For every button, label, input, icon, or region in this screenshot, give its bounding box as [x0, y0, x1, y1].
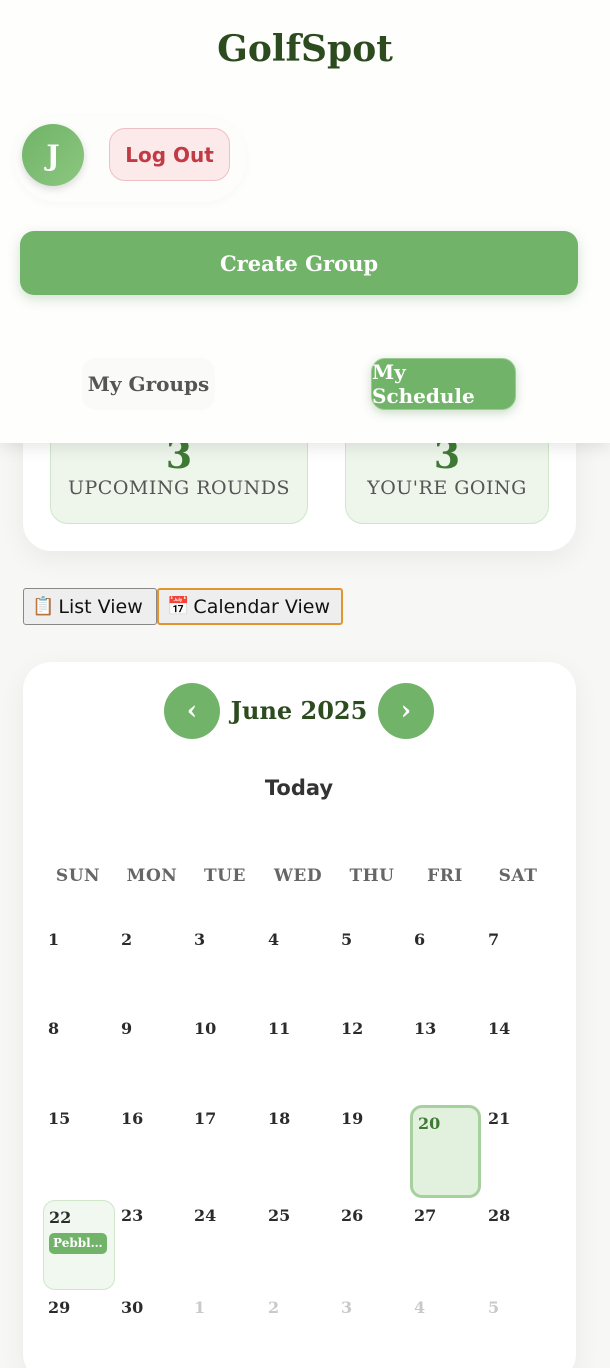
list-view-label: List View: [58, 595, 143, 618]
day-number: 5: [341, 930, 353, 949]
upcoming-rounds-label: UPCOMING ROUNDS: [68, 477, 290, 499]
day-number: 13: [414, 1019, 437, 1038]
tab-my-schedule[interactable]: My Schedule: [371, 358, 516, 410]
day-number: 23: [121, 1206, 144, 1225]
day-number: 14: [488, 1019, 511, 1038]
calendar-day[interactable]: 15: [42, 1101, 114, 1194]
day-number: 1: [194, 1298, 206, 1317]
calendar-day[interactable]: 28: [482, 1198, 554, 1290]
calendar-day[interactable]: 24: [188, 1198, 260, 1290]
day-number: 25: [268, 1206, 291, 1225]
weekday-wed: WED: [273, 866, 323, 886]
weekday-sat: SAT: [498, 866, 538, 886]
app-title: GolfSpot: [217, 28, 393, 70]
calendar-icon: 📅: [167, 596, 190, 617]
top-header: GolfSpot J Log Out Create Group My Group…: [0, 0, 610, 443]
list-view-button[interactable]: 📋 List View: [23, 588, 157, 625]
day-number: 2: [121, 930, 133, 949]
weekday-tue: TUE: [204, 866, 246, 886]
calendar-day[interactable]: 19: [335, 1101, 407, 1194]
day-number: 29: [48, 1298, 71, 1317]
weekday-thu: THU: [349, 866, 395, 886]
prev-month-button[interactable]: ‹: [164, 683, 220, 739]
calendar-day[interactable]: 8: [42, 1011, 114, 1097]
next-month-button[interactable]: ›: [378, 683, 434, 739]
calendar-day[interactable]: 1: [188, 1290, 260, 1368]
event-chip[interactable]: Pebbl…: [49, 1233, 107, 1254]
calendar-day[interactable]: 29: [42, 1290, 114, 1368]
calendar-day[interactable]: 21: [482, 1101, 554, 1194]
calendar-day[interactable]: 27: [408, 1198, 480, 1290]
day-number: 22: [49, 1208, 72, 1227]
calendar-day[interactable]: 6: [408, 922, 480, 1008]
calendar-day[interactable]: 10: [188, 1011, 260, 1097]
calendar-day[interactable]: 1: [42, 922, 114, 1008]
day-number: 5: [488, 1298, 500, 1317]
day-number: 16: [121, 1109, 144, 1128]
day-number: 4: [268, 930, 280, 949]
calendar-day[interactable]: 4: [262, 922, 334, 1008]
calendar-view-button[interactable]: 📅 Calendar View: [157, 588, 343, 625]
calendar-day[interactable]: 3: [335, 1290, 407, 1368]
calendar-day[interactable]: 7: [482, 922, 554, 1008]
day-number: 3: [194, 930, 206, 949]
logout-button[interactable]: Log Out: [109, 128, 230, 181]
day-number: 3: [341, 1298, 353, 1317]
calendar-day[interactable]: 16: [115, 1101, 187, 1194]
day-number: 28: [488, 1206, 511, 1225]
calendar-day[interactable]: 12: [335, 1011, 407, 1097]
create-group-button[interactable]: Create Group: [20, 231, 578, 295]
day-number: 21: [488, 1109, 511, 1128]
day-number: 15: [48, 1109, 71, 1128]
calendar-day[interactable]: 17: [188, 1101, 260, 1194]
day-number: 2: [268, 1298, 280, 1317]
day-number: 6: [414, 930, 426, 949]
day-number: 30: [121, 1298, 144, 1317]
calendar-day[interactable]: 14: [482, 1011, 554, 1097]
calendar-day[interactable]: 2: [262, 1290, 334, 1368]
clipboard-icon: 📋: [32, 596, 55, 617]
weekday-sun: SUN: [55, 866, 101, 886]
calendar-day[interactable]: 25: [262, 1198, 334, 1290]
tab-my-groups[interactable]: My Groups: [82, 358, 215, 410]
day-number: 8: [48, 1019, 60, 1038]
calendar-day[interactable]: 30: [115, 1290, 187, 1368]
day-number: 17: [194, 1109, 217, 1128]
weekday-fri: FRI: [427, 866, 463, 886]
youre-going-label: YOU'RE GOING: [367, 477, 527, 499]
day-number: 19: [341, 1109, 364, 1128]
day-number: 10: [194, 1019, 217, 1038]
day-number: 24: [194, 1206, 217, 1225]
calendar-day[interactable]: 3: [188, 922, 260, 1008]
calendar-day[interactable]: 4: [408, 1290, 480, 1368]
calendar-day[interactable]: 18: [262, 1101, 334, 1194]
day-number: 1: [48, 930, 60, 949]
day-number: 27: [414, 1206, 437, 1225]
calendar-day[interactable]: 5: [335, 922, 407, 1008]
day-number: 4: [414, 1298, 426, 1317]
today-button[interactable]: Today: [240, 776, 358, 800]
day-number: 11: [268, 1019, 291, 1038]
day-number: 12: [341, 1019, 364, 1038]
calendar-day[interactable]: 26: [335, 1198, 407, 1290]
day-number: 18: [268, 1109, 291, 1128]
calendar-day[interactable]: 2: [115, 922, 187, 1008]
calendar-day[interactable]: 9: [115, 1011, 187, 1097]
day-number: 9: [121, 1019, 133, 1038]
calendar-day[interactable]: 11: [262, 1011, 334, 1097]
calendar-day-today[interactable]: 20: [410, 1105, 481, 1198]
day-number: 20: [418, 1114, 441, 1133]
day-number: 26: [341, 1206, 364, 1225]
weekday-mon: MON: [126, 866, 178, 886]
calendar-day[interactable]: 5: [482, 1290, 554, 1368]
calendar-day[interactable]: 13: [408, 1011, 480, 1097]
calendar-view-label: Calendar View: [193, 595, 330, 618]
month-title: June 2025: [230, 696, 368, 725]
calendar-day[interactable]: 23: [115, 1198, 187, 1290]
calendar-day-with-event[interactable]: 22 Pebbl…: [43, 1200, 115, 1290]
day-number: 7: [488, 930, 500, 949]
user-avatar[interactable]: J: [22, 124, 84, 186]
